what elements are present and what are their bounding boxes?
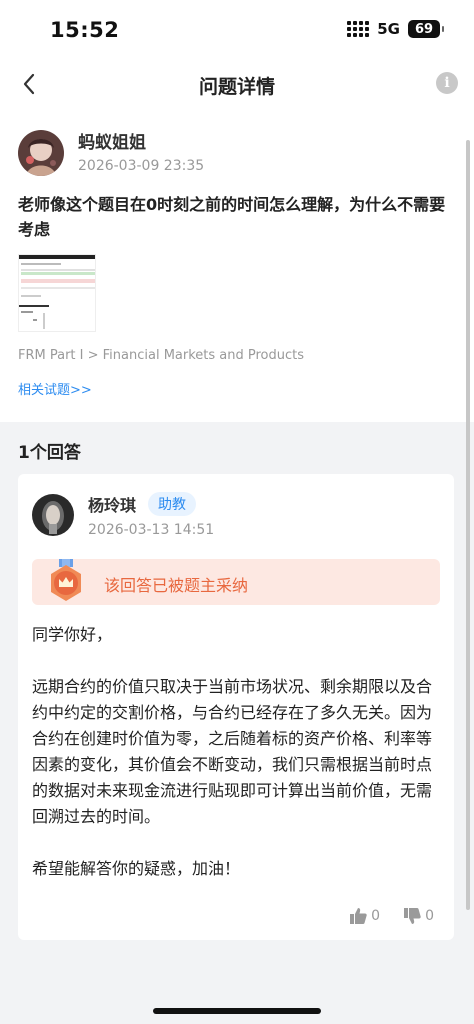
network-type: 5G <box>377 20 400 38</box>
battery-icon: 69 <box>408 20 444 38</box>
cellular-signal-icon <box>347 21 370 37</box>
thumbs-down-icon <box>404 908 421 924</box>
accepted-label: 该回答已被题主采纳 <box>104 576 249 595</box>
author-name: 蚂蚁姐姐 <box>78 133 146 153</box>
answer-body: 同学你好， 远期合约的价值只取决于当前市场状况、剩余期限以及合约中约定的交割价格… <box>32 622 442 908</box>
info-icon[interactable]: i <box>436 72 458 94</box>
status-time: 15:52 <box>50 18 120 42</box>
answers-section: 1个回答 杨玲琪 助教 2026-03-13 14:51 该回答已被题主采纳 同… <box>0 422 474 1024</box>
status-bar: 15:52 5G 69 <box>0 0 474 60</box>
answer-time: 2026-03-13 14:51 <box>88 522 215 538</box>
author-name-row: 杨玲琪 助教 <box>88 492 214 516</box>
answer-paragraph: 同学你好， <box>32 625 113 644</box>
answer-paragraph: 希望能解答你的疑惑，加油！ <box>32 859 241 878</box>
medal-icon <box>51 559 81 601</box>
question-category-path: FRM Part I > Financial Markets and Produ… <box>18 348 305 363</box>
like-count: 0 <box>371 908 381 924</box>
like-button[interactable]: 0 <box>350 908 380 924</box>
scrollbar[interactable] <box>466 140 470 910</box>
question-author-meta: 蚂蚁姐姐 2026-03-09 23:35 <box>78 132 204 174</box>
dislike-count: 0 <box>425 908 434 924</box>
dislike-button[interactable]: 0 <box>404 908 434 924</box>
answer-author: 杨玲琪 助教 2026-03-13 14:51 <box>32 492 214 538</box>
author-name: 杨玲琪 <box>88 496 137 515</box>
question-section: 蚂蚁姐姐 2026-03-09 23:35 老师像这个题目在0时刻之前的时间怎么… <box>0 120 474 422</box>
accepted-banner: 该回答已被题主采纳 <box>32 559 440 605</box>
answer-count: 1个回答 <box>18 443 81 463</box>
post-time: 2026-03-09 23:35 <box>78 158 205 174</box>
avatar[interactable] <box>32 494 74 536</box>
thumbs-up-icon <box>350 908 367 924</box>
answer-actions: 0 0 <box>350 908 434 924</box>
status-indicators: 5G 69 <box>347 20 444 38</box>
answer-paragraph: 远期合约的价值只取决于当前市场状况、剩余期限以及合约中约定的交割价格，与合约已经… <box>32 677 433 826</box>
related-questions-link[interactable]: 相关试题>> <box>18 379 92 398</box>
role-badge: 助教 <box>148 492 197 516</box>
answer-author-meta: 杨玲琪 助教 2026-03-13 14:51 <box>88 492 214 538</box>
question-author: 蚂蚁姐姐 2026-03-09 23:35 <box>18 130 204 176</box>
question-text: 老师像这个题目在0时刻之前的时间怎么理解，为什么不需要考虑 <box>18 195 446 239</box>
question-image-thumbnail[interactable] <box>18 254 96 332</box>
battery-level: 69 <box>414 21 434 37</box>
home-indicator[interactable] <box>153 1008 321 1014</box>
answer-card: 杨玲琪 助教 2026-03-13 14:51 该回答已被题主采纳 同学你好， … <box>18 474 454 940</box>
avatar[interactable] <box>18 130 64 176</box>
nav-bar: 问题详情 i <box>0 60 474 108</box>
page-title: 问题详情 <box>198 76 275 98</box>
